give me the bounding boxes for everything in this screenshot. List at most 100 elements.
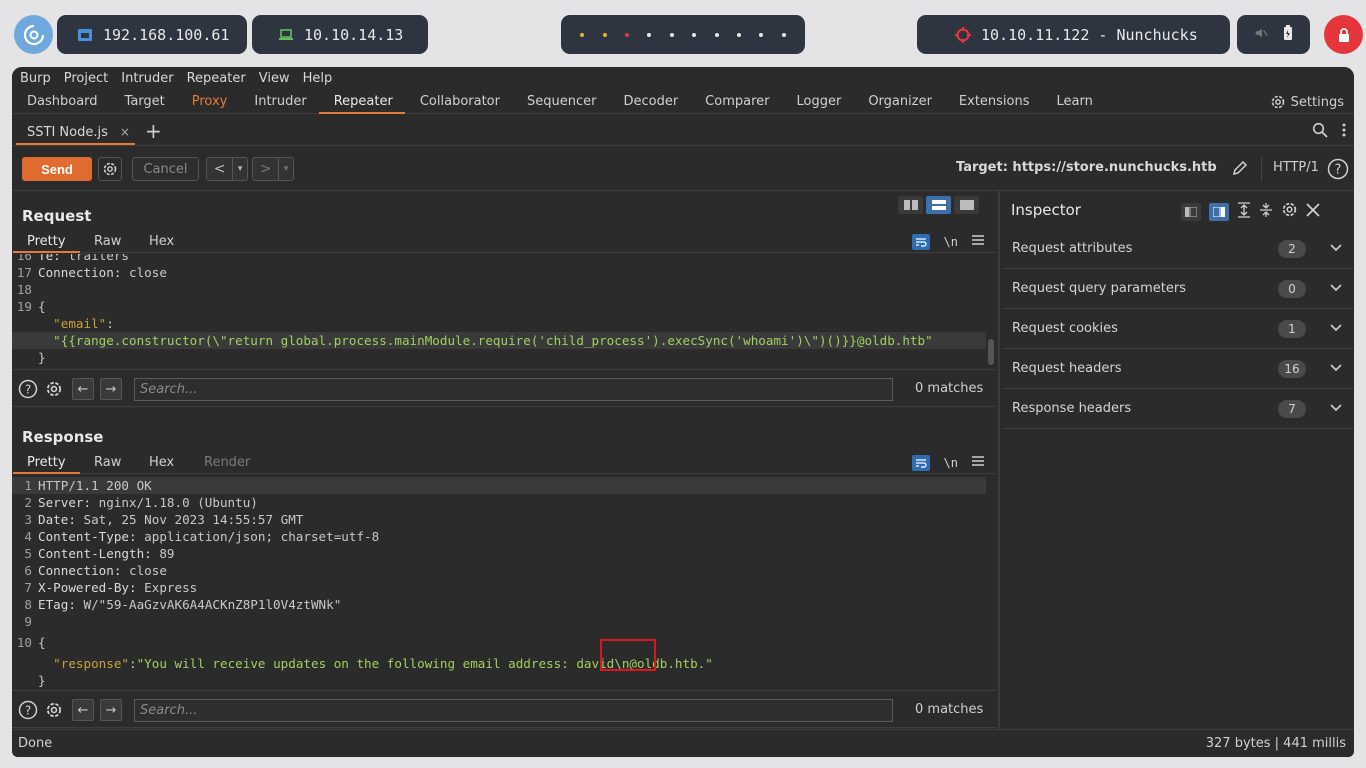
history-forward-button[interactable]: > ▾: [252, 157, 294, 181]
chevron-down-icon[interactable]: [1330, 361, 1342, 376]
chevron-down-icon[interactable]: ▾: [278, 158, 293, 180]
tab-target[interactable]: Target: [110, 90, 177, 113]
workspace-switcher[interactable]: [561, 15, 805, 54]
request-scrollbar[interactable]: [988, 339, 994, 365]
show-newlines-toggle[interactable]: \n: [944, 456, 958, 470]
tab-decoder[interactable]: Decoder: [608, 90, 690, 113]
menu-item-view[interactable]: View: [259, 71, 290, 86]
menu-item-intruder[interactable]: Intruder: [121, 71, 173, 86]
chevron-down-icon[interactable]: ▾: [232, 158, 247, 180]
wrap-lines-icon[interactable]: [911, 454, 930, 471]
workspace-dot-10[interactable]: [781, 32, 786, 37]
add-tab-button[interactable]: +: [145, 119, 162, 143]
help-icon[interactable]: ?: [17, 378, 39, 400]
request-title: Request: [22, 207, 92, 225]
search-icon[interactable]: [1312, 122, 1328, 142]
tab-comparer[interactable]: Comparer: [690, 90, 781, 113]
request-editor[interactable]: 16 Te: trailers 17 Connection: close 18 19 { "…: [12, 254, 996, 369]
cancel-button[interactable]: Cancel: [132, 157, 199, 181]
wrap-lines-icon[interactable]: [911, 233, 930, 250]
inspector-row-request-headers[interactable]: Request headers 16: [1002, 349, 1354, 389]
inspector-row-label: Request cookies: [1012, 321, 1118, 336]
chevron-down-icon[interactable]: [1330, 401, 1342, 416]
tab-proxy[interactable]: Proxy: [177, 90, 240, 113]
more-options-icon[interactable]: [1342, 122, 1346, 142]
tab-collaborator[interactable]: Collaborator: [405, 90, 512, 113]
response-tab-render[interactable]: Render: [204, 452, 250, 473]
edit-target-icon[interactable]: [1231, 159, 1249, 181]
request-tab-pretty[interactable]: Pretty: [13, 231, 79, 253]
layout-toggle[interactable]: [898, 196, 979, 214]
single-pane-icon[interactable]: [954, 196, 979, 214]
workspace-dot-9[interactable]: [759, 32, 764, 37]
pane-splitter[interactable]: [998, 191, 1000, 729]
send-button[interactable]: Send: [22, 157, 92, 181]
inspector-right-layout-icon[interactable]: [1209, 202, 1229, 221]
response-search-input[interactable]: [134, 699, 893, 722]
workspace-dot-1[interactable]: [580, 32, 585, 37]
workspace-dot-2[interactable]: [602, 32, 607, 37]
help-icon[interactable]: ?: [1327, 158, 1349, 184]
request-tab-raw[interactable]: Raw: [94, 231, 121, 252]
inspector-row-response-headers[interactable]: Response headers 7: [1002, 389, 1354, 429]
menu-item-project[interactable]: Project: [64, 71, 108, 86]
tab-repeater[interactable]: Repeater: [318, 90, 405, 114]
code-text: Connection: close: [38, 562, 167, 579]
previous-match-icon[interactable]: ←: [72, 699, 94, 721]
mute-icon[interactable]: [1254, 26, 1268, 44]
response-tab-raw[interactable]: Raw: [94, 452, 121, 473]
response-tab-hex[interactable]: Hex: [149, 452, 174, 473]
tab-learn[interactable]: Learn: [1042, 90, 1105, 113]
settings-button[interactable]: Settings: [1270, 90, 1344, 114]
show-newlines-toggle[interactable]: \n: [944, 235, 958, 249]
workspace-dot-5[interactable]: [669, 32, 674, 37]
tab-intruder[interactable]: Intruder: [239, 90, 318, 113]
previous-match-icon[interactable]: ←: [72, 378, 94, 400]
history-back-button[interactable]: < ▾: [206, 157, 248, 181]
menu-item-burp[interactable]: Burp: [20, 71, 51, 86]
chevron-down-icon[interactable]: [1330, 281, 1342, 296]
inspector-row-request-query-parameters[interactable]: Request query parameters 0: [1002, 269, 1354, 309]
tab-organizer[interactable]: Organizer: [853, 90, 944, 113]
collapse-all-icon[interactable]: [1259, 202, 1273, 222]
inspector-left-layout-icon[interactable]: [1181, 202, 1201, 221]
tab-dashboard[interactable]: Dashboard: [12, 90, 110, 113]
http-version-toggle[interactable]: HTTP/1: [1273, 160, 1319, 175]
response-tab-pretty[interactable]: Pretty: [13, 452, 79, 474]
tab-sequencer[interactable]: Sequencer: [512, 90, 608, 113]
gear-icon[interactable]: [43, 699, 65, 721]
expand-all-icon[interactable]: [1237, 201, 1251, 222]
tab-extensions[interactable]: Extensions: [944, 90, 1042, 113]
split-vertical-icon[interactable]: [926, 196, 951, 214]
workspace-dot-3[interactable]: [624, 32, 629, 37]
chevron-down-icon[interactable]: [1330, 321, 1342, 336]
battery-icon[interactable]: [1283, 24, 1293, 45]
menu-item-repeater[interactable]: Repeater: [187, 71, 246, 86]
split-horizontal-icon[interactable]: [898, 196, 923, 214]
request-tab-hex[interactable]: Hex: [149, 231, 174, 252]
os-logo-icon[interactable]: [14, 15, 53, 54]
repeater-tab-ssti[interactable]: SSTI Node.js ×: [16, 121, 135, 145]
next-match-icon[interactable]: →: [100, 699, 122, 721]
workspace-dot-8[interactable]: [736, 32, 741, 37]
menu-icon[interactable]: [972, 234, 984, 249]
workspace-dot-4[interactable]: [647, 32, 652, 37]
help-icon[interactable]: ?: [17, 699, 39, 721]
tab-logger[interactable]: Logger: [782, 90, 854, 113]
close-tab-icon[interactable]: ×: [120, 125, 130, 139]
request-search-input[interactable]: [134, 378, 893, 401]
gear-icon[interactable]: [1281, 201, 1298, 222]
menu-icon[interactable]: [972, 455, 984, 470]
next-match-icon[interactable]: →: [100, 378, 122, 400]
send-options-button[interactable]: [98, 157, 122, 181]
inspector-row-request-attributes[interactable]: Request attributes 2: [1002, 229, 1354, 269]
workspace-dot-6[interactable]: [692, 32, 697, 37]
lock-icon[interactable]: [1324, 15, 1363, 54]
inspector-row-request-cookies[interactable]: Request cookies 1: [1002, 309, 1354, 349]
menu-item-help[interactable]: Help: [303, 71, 333, 86]
workspace-dot-7[interactable]: [714, 32, 719, 37]
gear-icon[interactable]: [43, 378, 65, 400]
close-icon[interactable]: [1306, 202, 1320, 221]
response-editor[interactable]: 1 HTTP/1.1 200 OK 2 Server: nginx/1.18.0 (U…: [12, 477, 996, 690]
chevron-down-icon[interactable]: [1330, 241, 1342, 256]
